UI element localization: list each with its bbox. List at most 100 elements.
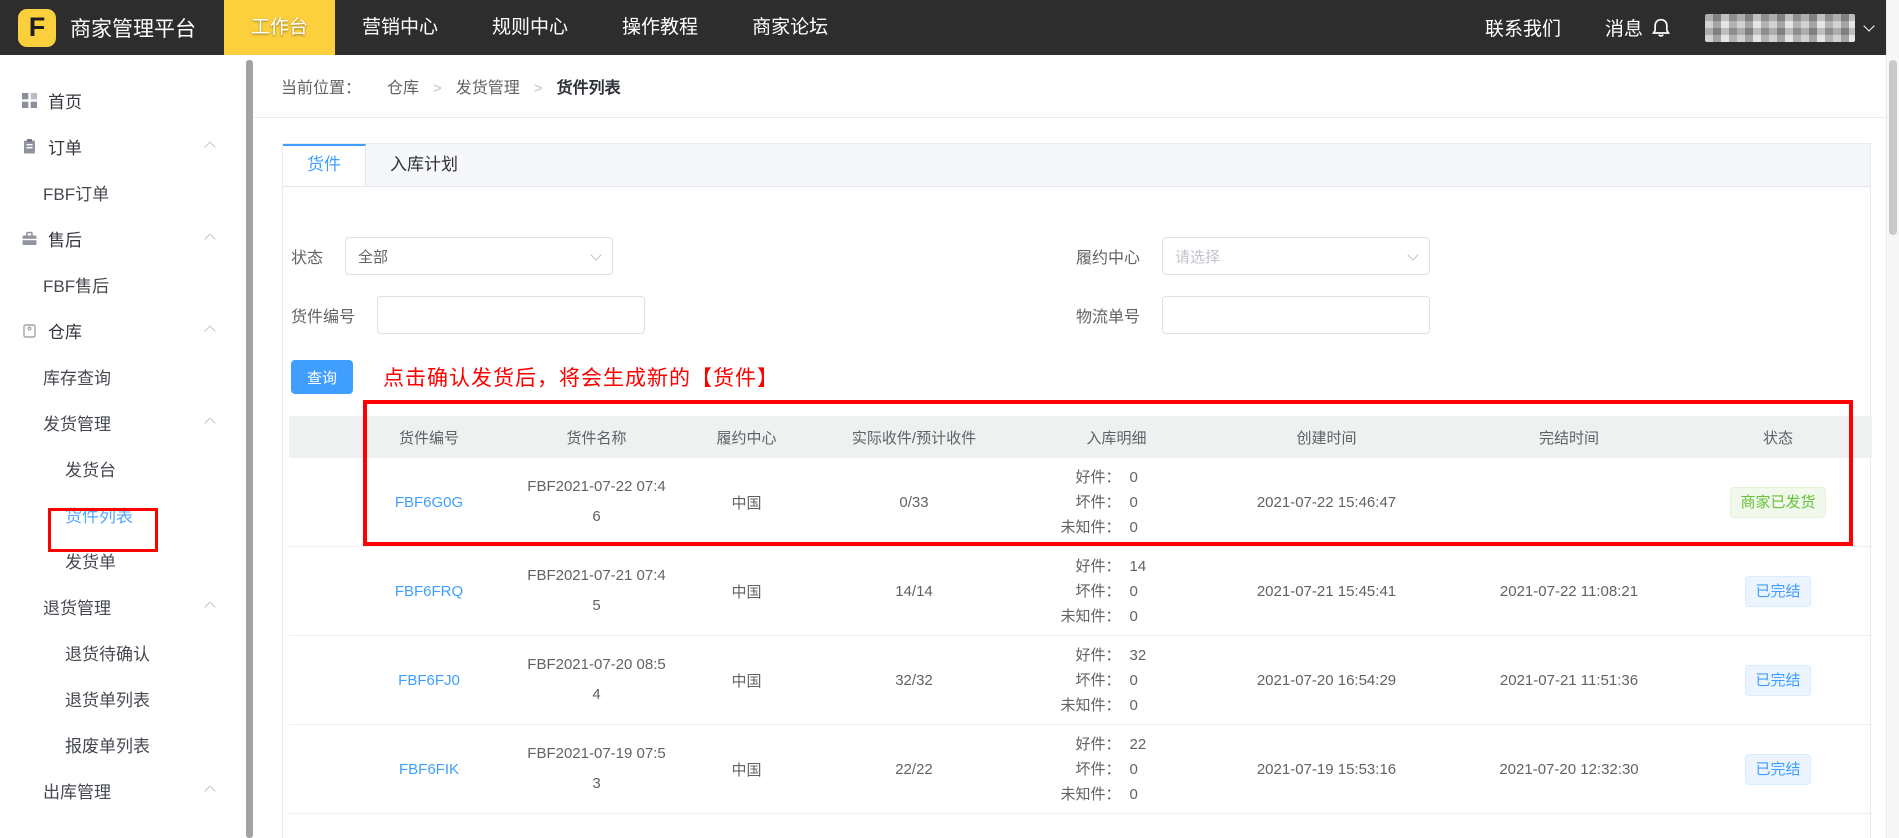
chevron-up-icon (204, 233, 216, 245)
sidebar-item[interactable]: 报废单列表 (0, 721, 246, 767)
chevron-up-icon (204, 325, 216, 337)
fulfillment-center-cell: 中国 (731, 672, 762, 690)
chevron-up-icon (204, 601, 216, 613)
breadcrumb-item[interactable]: 发货管理 (456, 80, 520, 97)
user-menu-caret-icon (1863, 19, 1875, 32)
sidebar-nav: 首页 订单 FBF订单 售后 FBF售后 仓库 库存查询 发货管理 发货台 货件… (0, 55, 246, 838)
top-menu-item[interactable]: 操作教程 (595, 0, 725, 55)
received-cell: 22/22 (895, 760, 933, 778)
status-badge: 已完结 (1745, 753, 1811, 785)
inbound-detail-line: 好件： 22 (1075, 735, 1147, 753)
sidebar-item[interactable]: 仓库 (0, 307, 246, 353)
table-row: 好件：27 (289, 814, 1872, 838)
inbound-details: 好件： 0 坏件： 0 未知件： 0 (1053, 465, 1181, 540)
inbound-details: 好件： 14 坏件： 0 未知件： 0 (1053, 554, 1181, 629)
status-select[interactable]: 全部 (345, 237, 614, 275)
fulfillment-center-cell: 中国 (731, 583, 762, 601)
sidebar-item[interactable]: 退货单列表 (0, 675, 246, 721)
fulfillment-select-placeholder: 请选择 (1175, 248, 1221, 266)
status-badge: 商家已发货 (1730, 486, 1826, 518)
app-logo[interactable]: F (18, 8, 56, 47)
shipment-code-link[interactable]: FBF6FRQ (395, 583, 463, 600)
fulfillment-center-cell: 中国 (731, 761, 762, 779)
tab[interactable]: 货件 (283, 144, 366, 186)
aftersale-icon (21, 230, 38, 247)
sidebar-item[interactable]: 订单 (0, 123, 246, 169)
sidebar-item[interactable]: FBF售后 (0, 261, 246, 307)
sidebar-item[interactable]: 退货待确认 (0, 629, 246, 675)
red-annotation-text: 点击确认发货后，将会生成新的【货件】 (383, 367, 779, 390)
breadcrumb-prefix: 当前位置： (281, 80, 362, 97)
received-cell: 14/14 (895, 582, 933, 600)
sidebar-scrollbar[interactable] (246, 60, 253, 838)
fulfillment-center-select[interactable]: 请选择 (1162, 237, 1431, 275)
status-badge: 已完结 (1745, 664, 1811, 696)
shipment-name: FBF2021-07-20 08:54 (527, 656, 666, 703)
warehouse-icon (21, 322, 38, 339)
sidebar-item[interactable]: FBF订单 (0, 169, 246, 215)
sidebar-item[interactable]: 出库管理 (0, 767, 246, 813)
breadcrumb-items: 仓库 > 发货管理 > 货件列表 (387, 74, 621, 98)
shipment-name: FBF2021-07-21 07:45 (527, 567, 666, 614)
page-scrollbar (1886, 0, 1899, 838)
top-menu-item[interactable]: 工作台 (224, 0, 336, 55)
created-time-cell: 2021-07-20 16:54:29 (1256, 671, 1397, 689)
page-scrollbar-thumb[interactable] (1889, 60, 1897, 235)
sidebar-item[interactable]: 退货管理 (0, 583, 246, 629)
sidebar-item[interactable]: 发货单 (0, 537, 246, 583)
shipment-code-link[interactable]: FBF6FIK (399, 761, 459, 778)
inbound-details: 好件： 32 坏件： 0 未知件： 0 (1053, 643, 1181, 718)
top-menu-item[interactable]: 商家论坛 (725, 0, 855, 55)
received-cell: 0/33 (899, 493, 929, 511)
top-menu-item[interactable]: 营销中心 (335, 0, 465, 55)
tracking-no-input[interactable] (1162, 296, 1431, 334)
sidebar-item[interactable]: 库存查询 (0, 353, 246, 399)
breadcrumb-item: 货件列表 (556, 80, 621, 97)
table-row: FBF6FRQ FBF2021-07-21 07:45 中国 14/14 好件：… (289, 547, 1872, 636)
user-avatar-blurred[interactable] (1705, 13, 1855, 42)
top-menu-item[interactable]: 规则中心 (465, 0, 595, 55)
chevron-up-icon (204, 785, 216, 797)
navbar-right: 联系我们 消息 (1485, 13, 1875, 42)
app-logo-letter: F (28, 12, 46, 42)
shipment-table: 货件编号 货件名称 履约中心 实际收件/预计收件 入库明细 创建时间 完结时间 状态 FBF6… (289, 416, 1872, 838)
breadcrumb-separator-icon: > (533, 80, 543, 97)
inbound-detail-line: 坏件： 0 (1075, 582, 1138, 600)
table-header-cell: 状态 (1762, 429, 1793, 447)
actions-row: 查询 点击确认发货后，将会生成新的【货件】 (291, 360, 1870, 394)
table-header-cell: 货件编号 (398, 429, 459, 447)
breadcrumb-separator-icon: > (433, 80, 442, 97)
bell-icon[interactable] (1651, 17, 1671, 39)
shipment-code-link[interactable]: FBF6G0G (395, 494, 463, 511)
messages-link[interactable]: 消息 (1605, 14, 1643, 41)
fulfillment-center-cell: 中国 (731, 494, 762, 512)
finished-time-cell: 2021-07-21 11:51:36 (1499, 671, 1639, 689)
received-cell: 32/32 (895, 671, 933, 689)
inbound-detail-line: 未知件： 0 (1060, 696, 1138, 714)
shipment-no-input[interactable] (377, 296, 646, 334)
sidebar-item[interactable]: 货件列表 (0, 491, 246, 537)
tab[interactable]: 入库计划 (366, 144, 482, 186)
inbound-detail-line: 未知件： 0 (1060, 518, 1138, 536)
merchant-admin-screen: F 商家管理平台 工作台 营销中心 规则中心 操作教程 商家论坛 联系我们 消息 首页 … (0, 0, 1899, 838)
table-row: FBF6G0G FBF2021-07-22 07:46 中国 0/33 好件： 0… (289, 458, 1872, 547)
sidebar-item[interactable]: 首页 (0, 77, 246, 123)
sidebar-item[interactable]: 发货台 (0, 445, 246, 491)
status-label: 状态 (291, 250, 324, 267)
sidebar-item[interactable]: 售后 (0, 215, 246, 261)
shipment-card: 货件 入库计划 状态 全部 履约中心 请选择 货件编号 物流单号 查询 点击确认… (282, 143, 1872, 838)
inbound-detail-line: 坏件： 0 (1075, 493, 1138, 511)
inbound-detail-line: 好件： 32 (1075, 646, 1147, 664)
contact-us-link[interactable]: 联系我们 (1485, 14, 1561, 41)
status-select-value: 全部 (358, 248, 389, 266)
breadcrumb: 当前位置： 仓库 > 发货管理 > 货件列表 (254, 55, 1887, 118)
tracking-no-label: 物流单号 (1076, 309, 1141, 326)
table-row: FBF6FIK FBF2021-07-19 07:53 中国 22/22 好件：… (289, 725, 1872, 814)
sidebar-item[interactable]: 发货管理 (0, 399, 246, 445)
top-navbar: F 商家管理平台 工作台 营销中心 规则中心 操作教程 商家论坛 联系我们 消息 (0, 0, 1899, 55)
filter-form: 状态 全部 履约中心 请选择 货件编号 物流单号 (283, 187, 1870, 334)
breadcrumb-item[interactable]: 仓库 (387, 80, 419, 97)
search-button[interactable]: 查询 (291, 360, 353, 394)
table-header-row: 货件编号 货件名称 履约中心 实际收件/预计收件 入库明细 创建时间 完结时间 状态 (289, 416, 1872, 458)
shipment-code-link[interactable]: FBF6FJ0 (398, 672, 460, 689)
